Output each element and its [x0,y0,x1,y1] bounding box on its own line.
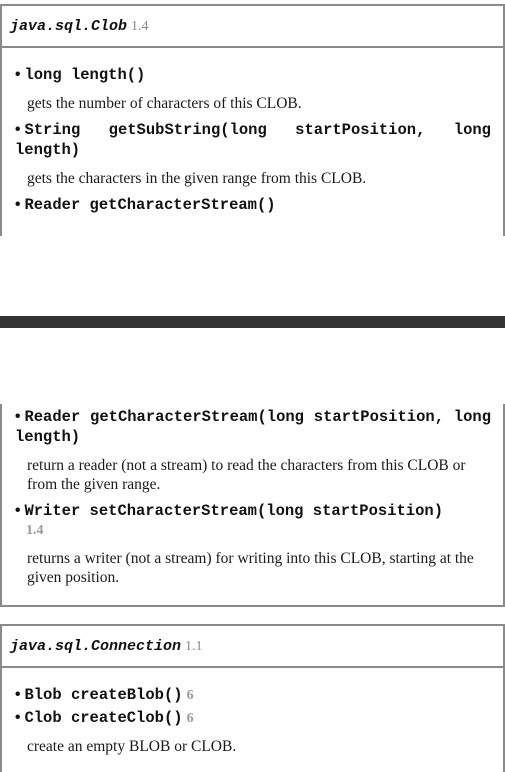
method-description-create: create an empty BLOB or CLOB. [27,738,237,755]
bullet-icon: • [15,408,21,425]
method-signature-createblob: • Blob createBlob() 6 [15,686,194,704]
method-signature-getcharacterstream-range: • Reader getCharacterStream(long startPos… [15,408,491,446]
method-version: 6 [186,688,194,703]
bullet-icon: • [15,196,21,213]
bullet-icon: • [15,66,21,83]
method-signature-createclob: • Clob createClob() 6 [15,709,194,727]
method-description-length: gets the number of characters of this CL… [27,95,302,112]
method-description-setcharacterstream: returns a writer (not a stream) for writ… [27,550,474,586]
page-break-bar [0,316,505,328]
bullet-icon: • [15,709,21,726]
method-version: 6 [186,711,194,726]
class-title-connection: java.sql.Connection 1.1 [10,638,203,655]
bullet-icon: • [15,121,21,138]
method-signature-getsubstring: • String getSubString(long startPosition,… [15,121,491,159]
method-version: 1.4 [26,523,44,538]
method-description-getsubstring: gets the characters in the given range f… [27,170,367,187]
class-version: 1.1 [185,639,203,654]
method-signature-length: • long length() [15,66,146,84]
bullet-icon: • [15,686,21,703]
class-title-clob: java.sql.Clob 1.4 [10,18,149,35]
method-signature-getcharacterstream: • Reader getCharacterStream() [15,196,276,214]
method-signature-setcharacterstream: • Writer setCharacterStream(long startPos… [15,501,491,541]
class-version: 1.4 [131,19,149,34]
bullet-icon: • [15,502,21,519]
method-description-getcharacterstream-range: return a reader (not a stream) to read t… [27,457,466,493]
